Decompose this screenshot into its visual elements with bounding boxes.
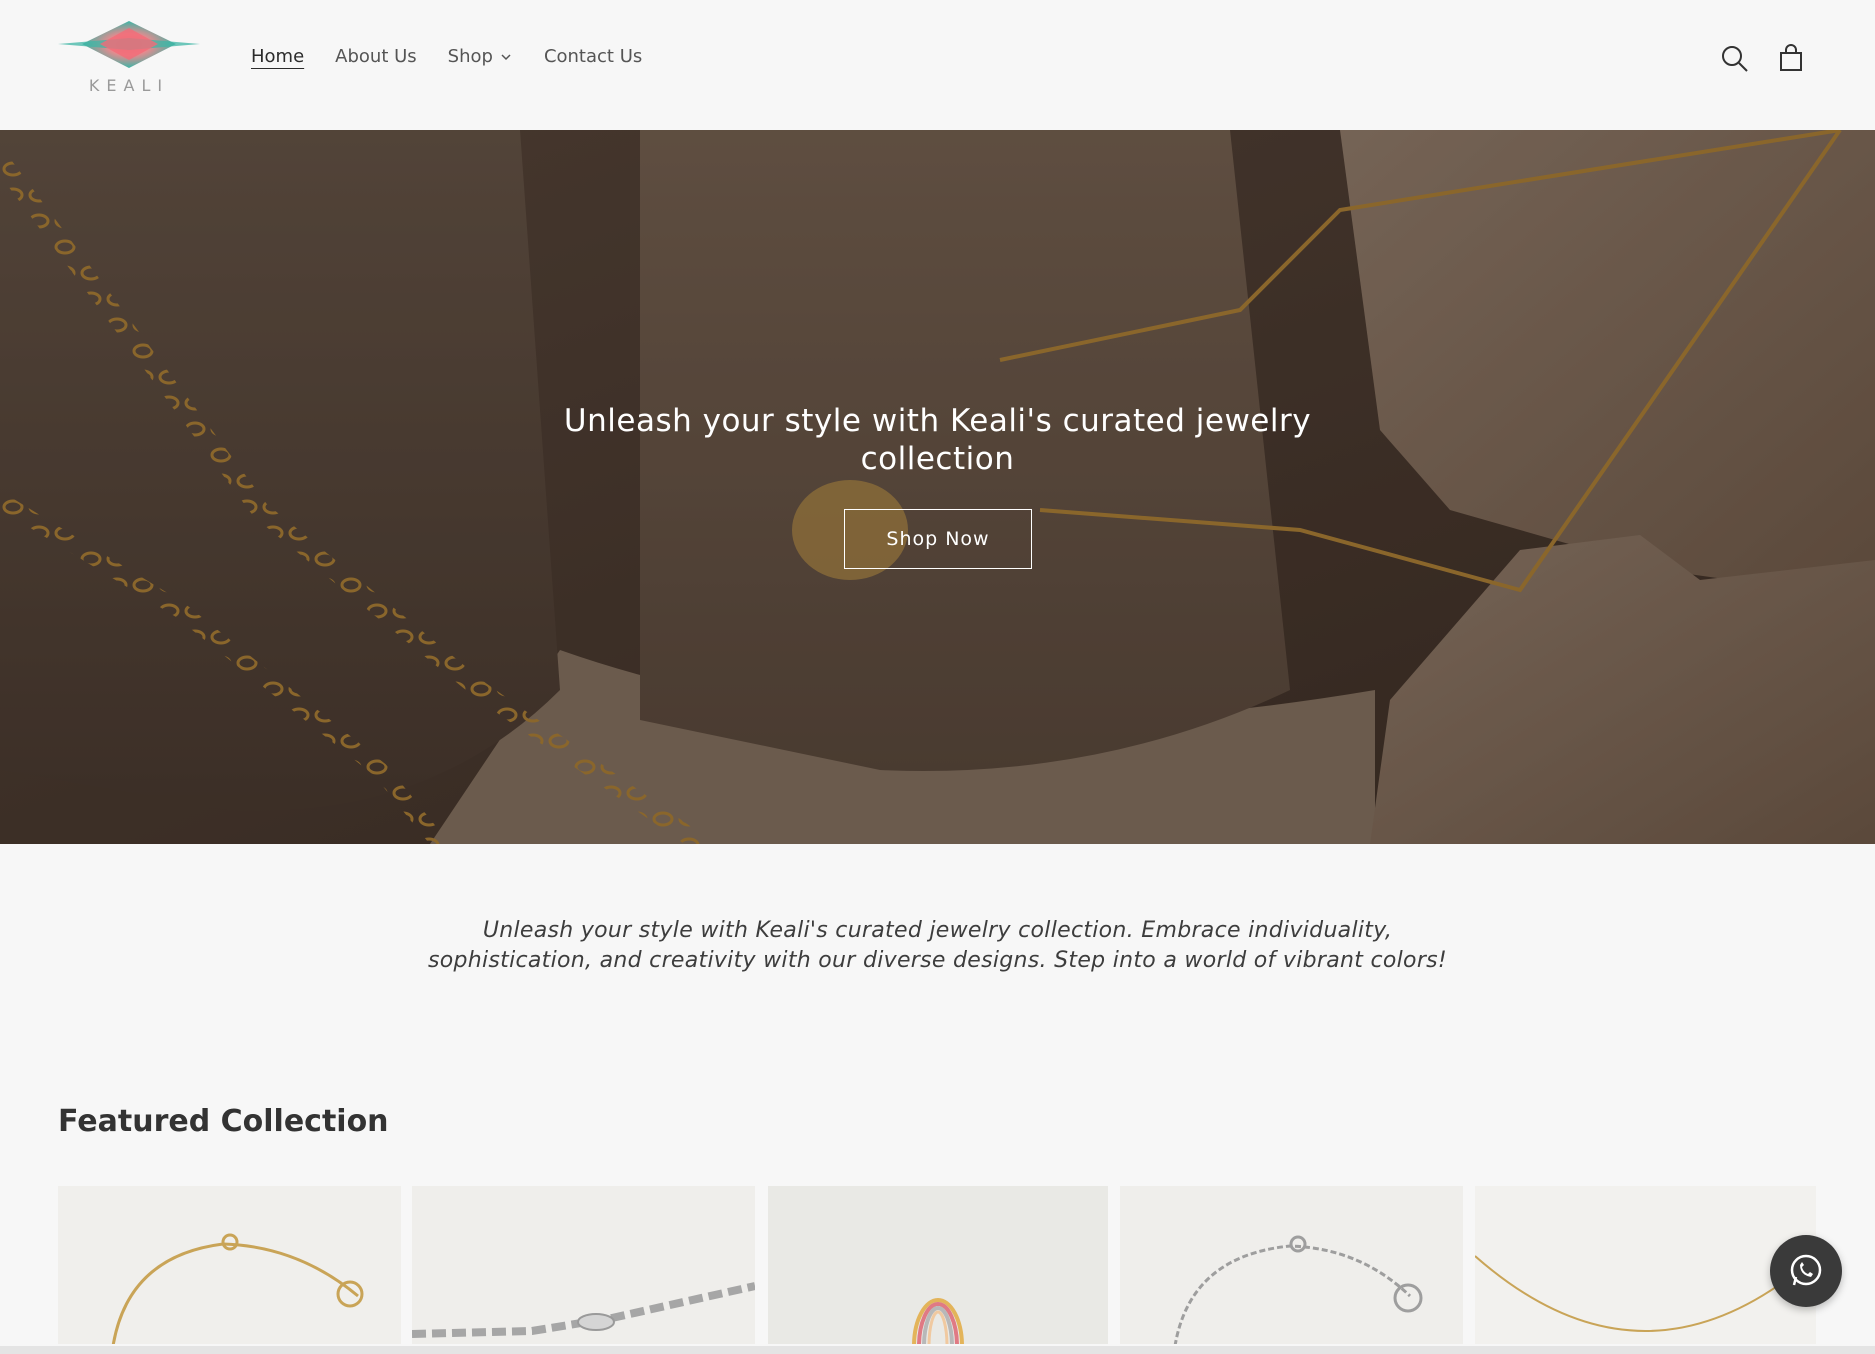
site-header: KEALI Home About Us Shop Contact Us xyxy=(0,0,1875,130)
multicolor-ring-image xyxy=(912,1298,964,1344)
nav-contact-label: Contact Us xyxy=(543,46,643,67)
product-card[interactable] xyxy=(1120,1186,1463,1344)
product-card[interactable] xyxy=(768,1186,1108,1344)
chevron-down-icon xyxy=(501,53,511,60)
product-card[interactable] xyxy=(58,1186,401,1344)
nav-shop[interactable]: Shop xyxy=(448,46,513,67)
hero-title: Unleash your style with Keali's curated … xyxy=(563,403,1312,477)
keali-logo[interactable]: KEALI xyxy=(58,18,200,100)
nav-home-label: Home xyxy=(251,46,305,67)
page-bottom-edge xyxy=(0,1346,1875,1354)
nav-home[interactable]: Home xyxy=(251,46,304,67)
nav-shop-label: Shop xyxy=(447,46,493,67)
nav-about-us[interactable]: About Us xyxy=(335,46,417,67)
product-card[interactable] xyxy=(1475,1186,1816,1344)
intro-text: Unleash your style with Keali's curated … xyxy=(427,918,1448,973)
featured-collection-title: Featured Collection xyxy=(58,1104,389,1139)
hero-overlay xyxy=(0,130,1875,844)
silver-chain-bracelet-image xyxy=(412,1282,755,1338)
whatsapp-chat-button[interactable] xyxy=(1770,1235,1842,1307)
whatsapp-icon xyxy=(1790,1254,1822,1286)
nav-about-label: About Us xyxy=(335,46,417,67)
search-icon[interactable] xyxy=(1720,44,1750,74)
hero-banner: Unleash your style with Keali's curated … xyxy=(0,130,1875,844)
nav-contact-us[interactable]: Contact Us xyxy=(544,46,642,67)
silver-bracelet-image xyxy=(1173,1235,1423,1344)
shop-now-button[interactable]: Shop Now xyxy=(844,509,1032,569)
gold-bracelet-image xyxy=(111,1233,364,1344)
gold-necklace-image xyxy=(1475,1255,1816,1332)
product-grid xyxy=(58,1186,1818,1346)
cart-icon[interactable] xyxy=(1776,44,1806,74)
product-card[interactable] xyxy=(412,1186,755,1344)
main-nav: Home About Us Shop Contact Us xyxy=(251,46,673,67)
logo-diamond-icon xyxy=(58,21,200,68)
logo-text: KEALI xyxy=(88,76,170,95)
